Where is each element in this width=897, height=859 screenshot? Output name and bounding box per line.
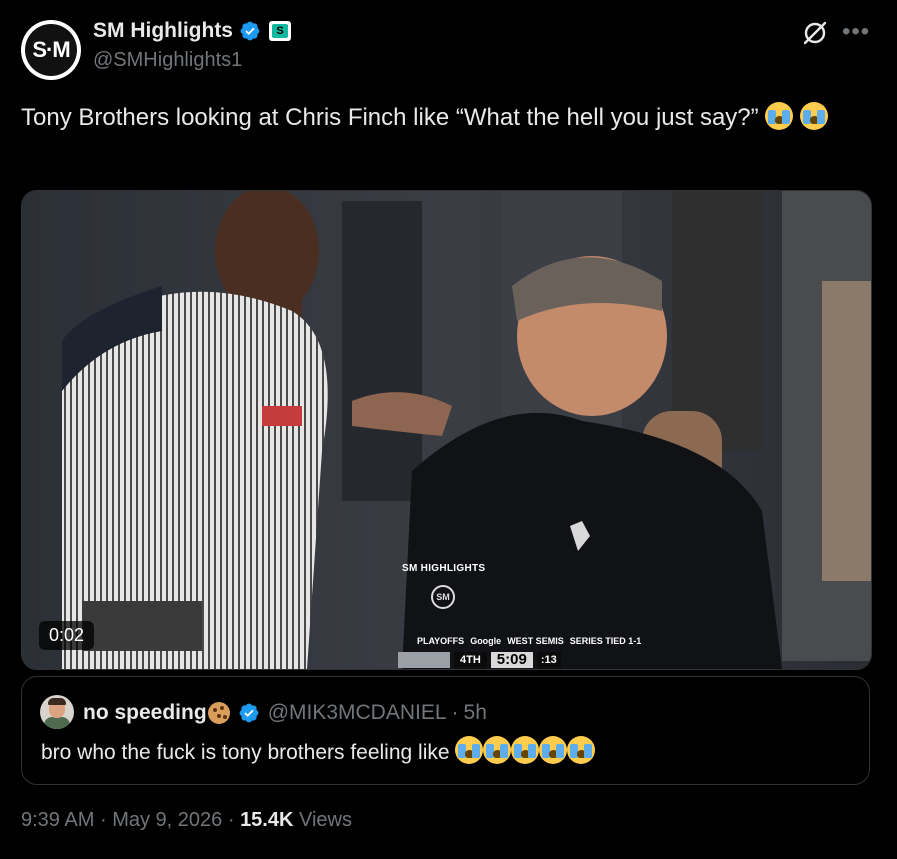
tweet: S·M SM Highlights S @SMHighlights1 ••• T… [0,0,897,859]
meta-separator: · [227,809,235,831]
quote-avatar[interactable] [40,695,74,729]
video-player[interactable]: 0:02 SM HIGHLIGHTS SM PLAYOFFS Google WE… [21,190,872,670]
verified-badge-icon[interactable] [239,20,261,42]
tweet-time[interactable]: 9:39 AM [21,809,94,831]
video-duration: 0:02 [39,621,95,650]
scoreboard-brand: PLAYOFFS [417,636,465,646]
scoreboard-team-logo [398,652,450,668]
scoreboard-quarter: 4TH [454,652,487,668]
loudly-crying-face-icon [800,102,828,130]
video-watermark-text: SM HIGHLIGHTS [402,563,486,574]
grok-icon[interactable] [800,18,830,48]
quote-separator: · [451,701,459,724]
views-label: Views [299,809,352,831]
quote-time[interactable]: 5h [464,701,487,725]
quote-text-body: bro who the fuck is tony brothers feelin… [41,741,450,764]
video-watermark-logo: SM [431,585,455,609]
cookie-icon [207,702,230,724]
affiliate-badge-icon[interactable]: S [269,21,291,41]
scoreboard-series-status: SERIES TIED 1-1 [569,636,642,646]
affiliate-badge-letter: S [272,24,288,38]
scoreboard-header: PLAYOFFS Google WEST SEMIS SERIES TIED 1… [417,636,641,646]
author-avatar[interactable]: S·M [21,20,81,80]
tweet-text-body: Tony Brothers looking at Chris Finch lik… [21,104,759,131]
quote-handle[interactable]: @MIK3MCDANIEL [268,701,447,725]
scoreboard-bar: 4TH 5:09 :13 [398,651,561,669]
tweet-date[interactable]: May 9, 2026 [112,809,222,831]
quote-tweet[interactable]: no speeding @MIK3MCDANIEL · 5h bro who t… [21,676,870,785]
loudly-crying-face-icon [483,736,512,764]
loudly-crying-face-icon [567,736,596,764]
verified-badge-icon[interactable] [238,702,260,724]
avatar-logo: S·M [25,24,77,76]
scoreboard-clock: 5:09 [490,652,533,668]
tweet-text: Tony Brothers looking at Chris Finch lik… [21,100,871,136]
loudly-crying-face-icon [455,736,484,764]
author-handle[interactable]: @SMHighlights1 [93,49,242,72]
scoreboard-series-title: WEST SEMIS [507,636,564,646]
quote-text: bro who the fuck is tony brothers feelin… [41,736,596,765]
tweet-meta: 9:39 AM · May 9, 2026 · 15.4K Views [21,809,352,832]
scoreboard-shot-clock: :13 [536,652,561,668]
loudly-crying-face-icon [539,736,568,764]
loudly-crying-face-icon [511,736,540,764]
more-icon[interactable]: ••• [842,20,870,44]
author-display-name[interactable]: SM Highlights [93,19,233,43]
meta-separator: · [99,809,107,831]
loudly-crying-face-icon [765,102,794,130]
quote-display-name[interactable]: no speeding [83,701,207,725]
views-count[interactable]: 15.4K [240,809,293,831]
author-name-row: SM Highlights S [93,16,291,46]
quote-header: no speeding @MIK3MCDANIEL · 5h [83,699,487,727]
scoreboard-sponsor: Google [470,636,502,646]
